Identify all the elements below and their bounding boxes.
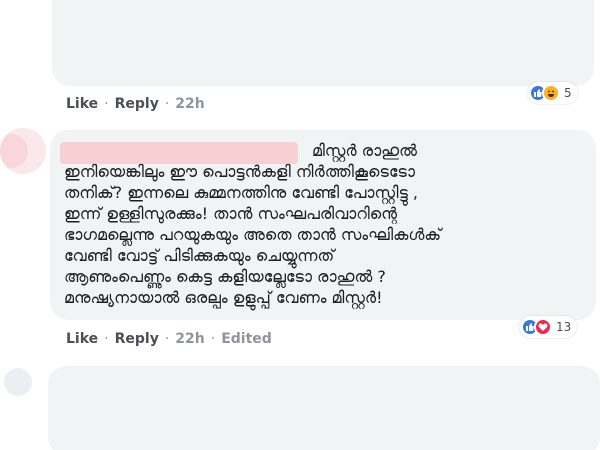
comment-timestamp[interactable]: 22h bbox=[175, 96, 204, 112]
reply-button[interactable]: Reply bbox=[115, 96, 159, 112]
reaction-count: 5 bbox=[564, 86, 572, 100]
haha-icon bbox=[542, 84, 560, 102]
comment-text: മിസ്റ്റർ രാഹുൽ ഇനിയെങ്കിലും ഈ പൊട്ടൻകളി … bbox=[64, 141, 442, 307]
comment-author-redacted[interactable] bbox=[60, 142, 298, 164]
comment-bubble: മിസ്റ്റർ രാഹുൽ ഇനിയെങ്കിലും ഈ പൊട്ടൻകളി … bbox=[50, 130, 596, 320]
next-comment-bubble bbox=[48, 366, 600, 450]
comment-actions: Like · Reply · 22h · Edited bbox=[66, 331, 272, 347]
next-comment-avatar[interactable] bbox=[4, 368, 32, 396]
separator-dot: · bbox=[210, 331, 216, 347]
comment-reactions[interactable]: 13 bbox=[519, 316, 578, 338]
previous-comment-reactions[interactable]: 5 bbox=[527, 82, 578, 104]
edited-label[interactable]: Edited bbox=[221, 331, 272, 347]
separator-dot: · bbox=[164, 96, 170, 112]
separator-dot: · bbox=[104, 331, 109, 347]
reply-button[interactable]: Reply bbox=[115, 331, 159, 347]
separator-dot: · bbox=[164, 331, 170, 347]
previous-comment-actions: Like · Reply · 22h bbox=[66, 96, 205, 112]
comment-timestamp[interactable]: 22h bbox=[175, 331, 204, 347]
like-button[interactable]: Like bbox=[66, 96, 98, 112]
like-button[interactable]: Like bbox=[66, 331, 98, 347]
love-icon bbox=[534, 318, 552, 336]
separator-dot: · bbox=[104, 96, 109, 112]
previous-comment-bubble bbox=[52, 0, 594, 86]
reaction-count: 13 bbox=[556, 320, 572, 334]
avatar[interactable] bbox=[0, 128, 46, 174]
